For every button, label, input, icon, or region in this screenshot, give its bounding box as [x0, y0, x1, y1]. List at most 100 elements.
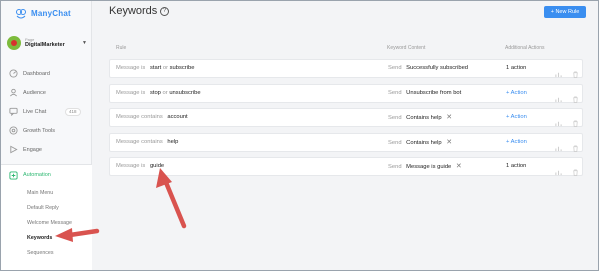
- main-content: Keywords ? + New Rule Rule Keyword Conte…: [92, 0, 599, 271]
- sub-item-welcome-message[interactable]: Welcome Message: [27, 216, 72, 231]
- rule-condition: Message is: [116, 90, 146, 96]
- rule-keyword[interactable]: account: [167, 114, 187, 120]
- stats-icon[interactable]: [555, 139, 562, 157]
- nav-item-engage[interactable]: Engage: [0, 140, 92, 159]
- nav-label: Growth Tools: [23, 127, 55, 134]
- keyword-content-link[interactable]: Unsubscribe from bot: [406, 90, 461, 96]
- send-label: Send: [388, 115, 402, 121]
- add-action-link[interactable]: + Action: [506, 85, 527, 102]
- send-label: Send: [388, 140, 402, 146]
- row-controls: [555, 90, 579, 108]
- rule-conjunction: or: [162, 90, 168, 96]
- row-controls: [555, 65, 579, 83]
- nav-label: Live Chat: [23, 108, 47, 115]
- page-title: Keywords: [109, 5, 158, 17]
- audience-icon: [9, 88, 18, 97]
- sub-item-default-reply[interactable]: Default Reply: [27, 201, 72, 216]
- keyword-content-link[interactable]: Contains help: [406, 115, 441, 121]
- rule-keyword[interactable]: unsubscribe: [169, 90, 200, 96]
- content-cell: Send Successfully subscribed: [388, 60, 468, 77]
- trash-icon[interactable]: [572, 90, 579, 108]
- trash-icon[interactable]: [572, 65, 579, 83]
- remove-content-icon[interactable]: ✕: [446, 114, 452, 121]
- rule-keyword[interactable]: stop: [150, 90, 161, 96]
- trash-icon[interactable]: [572, 139, 579, 157]
- rule-keyword[interactable]: start: [150, 65, 161, 71]
- brand-name: ManyChat: [31, 8, 71, 18]
- engage-icon: [9, 145, 18, 154]
- keyword-rule-row[interactable]: Message contains account Send Contains h…: [109, 108, 583, 127]
- page-avatar: [7, 36, 21, 50]
- stats-icon[interactable]: [555, 90, 562, 108]
- sub-item-sequences[interactable]: Sequences: [27, 246, 72, 261]
- action-count[interactable]: 1 action: [506, 158, 526, 175]
- add-action-link[interactable]: + Action: [506, 134, 527, 151]
- nav-item-automation[interactable]: Automation: [0, 165, 92, 185]
- rule-keyword[interactable]: help: [167, 139, 178, 145]
- nav-label: Audience: [23, 89, 46, 96]
- help-icon[interactable]: ?: [160, 7, 169, 16]
- remove-content-icon[interactable]: ✕: [456, 163, 462, 170]
- content-cell: Send Unsubscribe from bot: [388, 85, 461, 102]
- send-label: Send: [388, 164, 402, 170]
- keyword-content-link[interactable]: Contains help: [406, 140, 441, 146]
- nav-label: Automation: [23, 172, 51, 178]
- content-cell: Send Message is guide ✕: [388, 158, 462, 175]
- column-header-keyword-content: Keyword Content: [387, 45, 426, 51]
- brand[interactable]: ManyChat: [15, 6, 71, 20]
- rule-keyword[interactable]: guide: [150, 163, 164, 169]
- sub-item-main-menu[interactable]: Main Menu: [27, 186, 72, 201]
- trash-icon[interactable]: [572, 114, 579, 132]
- nav-item-audience[interactable]: Audience: [0, 83, 92, 102]
- nav-item-dashboard[interactable]: Dashboard: [0, 64, 92, 83]
- add-action-link[interactable]: + Action: [506, 109, 527, 126]
- rule-cell: Message contains account: [116, 109, 188, 126]
- livechat-icon: [9, 107, 18, 116]
- nav-item-live-chat[interactable]: Live Chat 418: [0, 102, 92, 121]
- send-label: Send: [388, 65, 402, 71]
- rule-keyword[interactable]: subscribe: [170, 65, 195, 71]
- keyword-rule-row[interactable]: Message is start or subscribe Send Succe…: [109, 59, 583, 78]
- column-header-rule: Rule: [116, 45, 127, 51]
- chevron-down-icon: ▼: [82, 40, 87, 46]
- growth-tools-icon: [9, 126, 18, 135]
- automation-icon: [9, 170, 18, 180]
- nav-item-growth-tools[interactable]: Growth Tools: [0, 121, 92, 140]
- row-controls: [555, 114, 579, 132]
- trash-icon[interactable]: [572, 163, 579, 181]
- column-header-additional-actions: Additional Actions: [505, 45, 545, 51]
- sub-item-keywords[interactable]: Keywords: [27, 231, 72, 246]
- keyword-rule-row[interactable]: Message is guide Send Message is guide ✕…: [109, 157, 583, 176]
- rule-condition: Message contains: [116, 139, 163, 145]
- rule-conjunction: or: [162, 65, 169, 71]
- content-cell: Send Contains help ✕: [388, 109, 452, 126]
- main-nav: Dashboard Audience Live Chat 418 Growth …: [0, 64, 92, 159]
- page-name: DigitalMarketer: [25, 42, 65, 48]
- stats-icon[interactable]: [555, 65, 562, 83]
- keyword-rule-row[interactable]: Message contains help Send Contains help…: [109, 133, 583, 152]
- nav-label: Engage: [23, 146, 42, 153]
- rule-condition: Message contains: [116, 114, 163, 120]
- row-controls: [555, 139, 579, 157]
- nav-label: Dashboard: [23, 70, 50, 77]
- automation-sub-nav: Main Menu Default Reply Welcome Message …: [27, 186, 72, 261]
- action-count[interactable]: 1 action: [506, 60, 526, 77]
- rule-cell: Message is guide: [116, 158, 164, 175]
- keyword-content-link[interactable]: Successfully subscribed: [406, 65, 468, 71]
- row-controls: [555, 163, 579, 181]
- remove-content-icon[interactable]: ✕: [446, 139, 452, 146]
- page-selector[interactable]: Page DigitalMarketer ▼: [7, 32, 89, 54]
- keyword-content-link[interactable]: Message is guide: [406, 164, 451, 170]
- content-cell: Send Contains help ✕: [388, 134, 452, 151]
- send-label: Send: [388, 90, 402, 96]
- live-chat-count-badge: 418: [65, 108, 81, 116]
- rule-cell: Message contains help: [116, 134, 178, 151]
- new-rule-button[interactable]: + New Rule: [544, 6, 586, 18]
- rule-cell: Message is start or subscribe: [116, 60, 194, 77]
- dashboard-icon: [9, 69, 18, 78]
- keyword-rule-row[interactable]: Message is stop or unsubscribe Send Unsu…: [109, 84, 583, 103]
- stats-icon[interactable]: [555, 114, 562, 132]
- rule-condition: Message is: [116, 65, 146, 71]
- sidebar: ManyChat Page DigitalMarketer ▼ Dashboar…: [0, 0, 92, 271]
- stats-icon[interactable]: [555, 163, 562, 181]
